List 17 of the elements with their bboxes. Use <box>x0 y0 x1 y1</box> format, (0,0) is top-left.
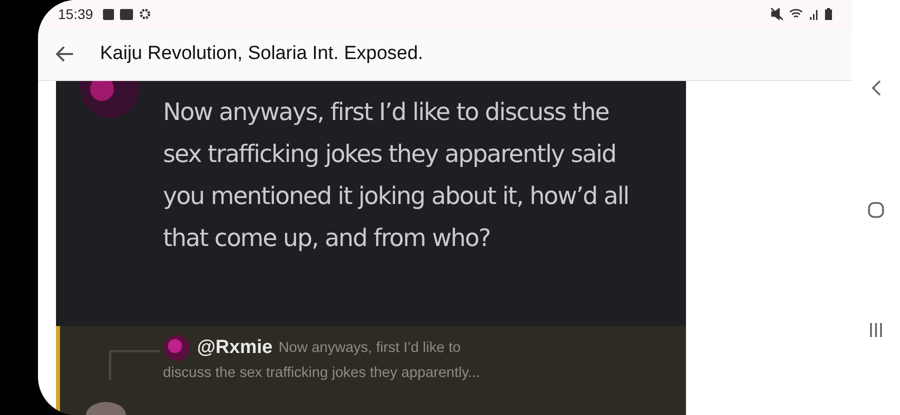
reply-preview: Now anyways, first I’d like to <box>278 339 461 358</box>
message-text: Now anyways, first I’d like to discuss the sex trafficking jokes they apparently said you mentioned it joking about it, how’d all that come up, and from who? <box>163 97 630 254</box>
back-icon[interactable] <box>871 80 881 96</box>
avatar-icon <box>80 81 140 119</box>
home-icon[interactable] <box>868 202 884 218</box>
wifi-icon <box>789 8 803 20</box>
reply-preview: discuss the sex trafficking jokes they apparently... <box>163 364 482 383</box>
mute-icon <box>771 8 783 20</box>
avatar-icon <box>86 401 126 415</box>
page-title: Kaiju Revolution, Solaria Int. Exposed. <box>100 43 424 65</box>
status-time: 15:39 <box>58 6 94 22</box>
signal-icon <box>809 8 819 20</box>
back-arrow-icon[interactable] <box>56 46 74 62</box>
reply-author: @Rxmie <box>197 337 273 359</box>
battery-icon <box>825 8 832 20</box>
avatar-icon <box>163 334 191 362</box>
recents-icon[interactable] <box>869 323 883 337</box>
